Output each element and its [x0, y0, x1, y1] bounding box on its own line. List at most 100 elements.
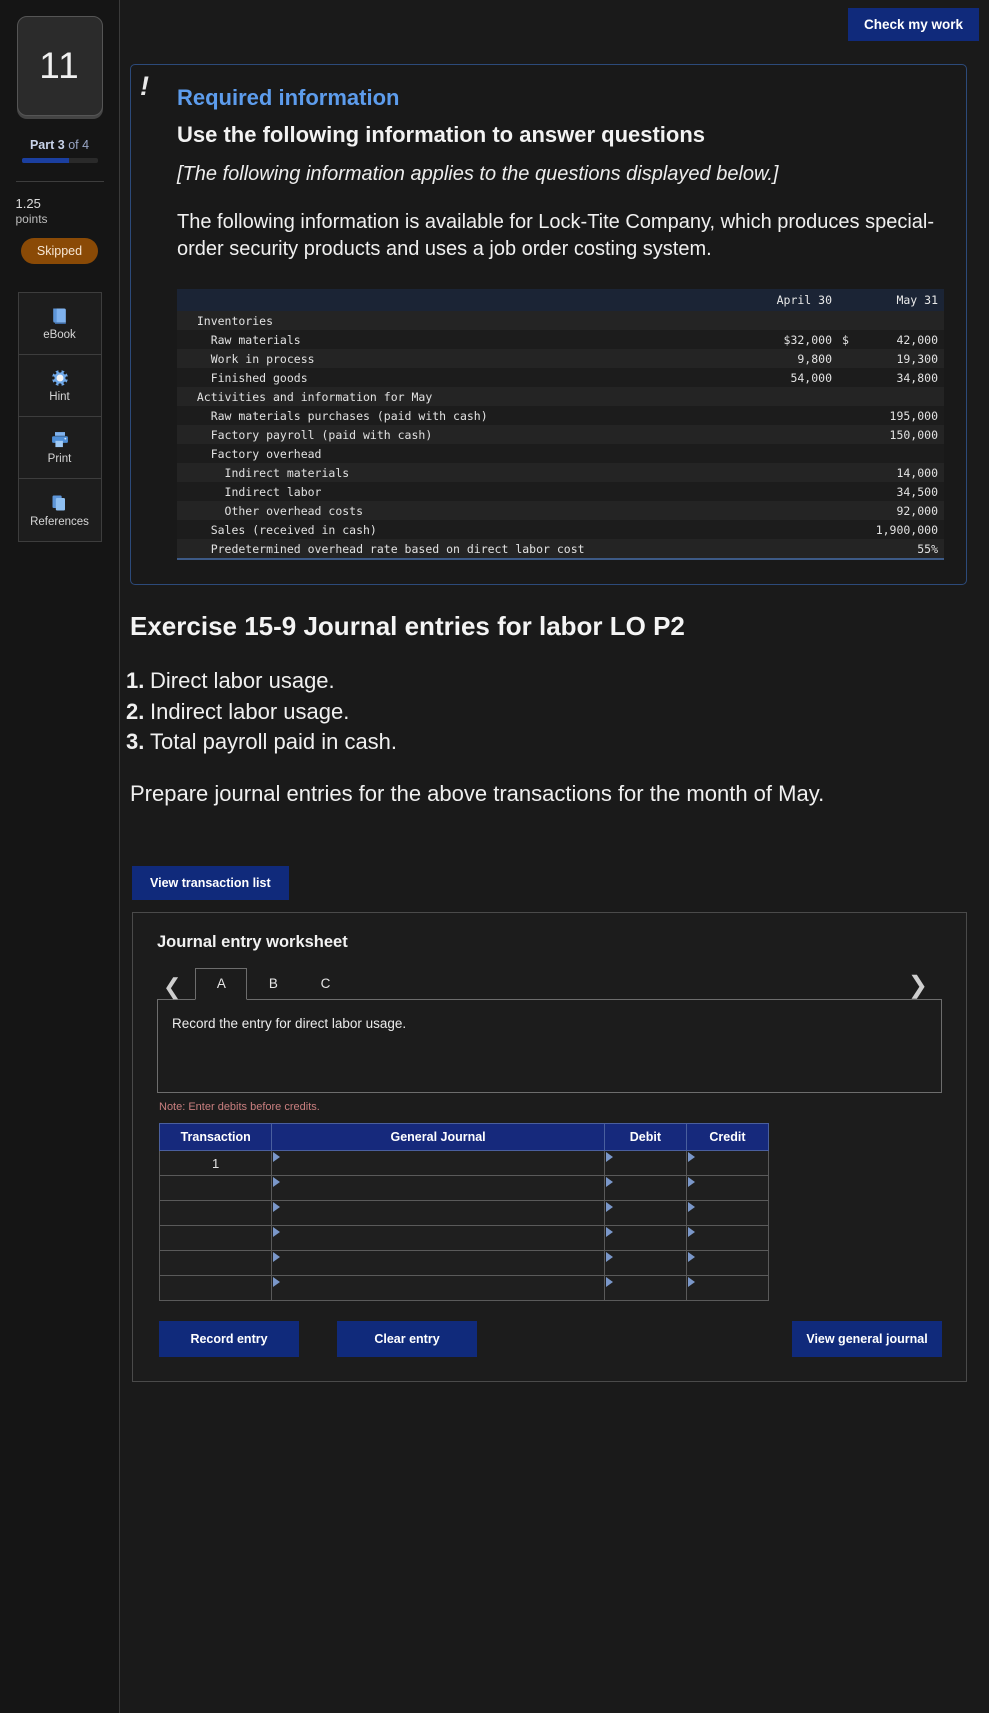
- row-label: Raw materials purchases (paid with cash): [183, 408, 488, 423]
- journal-column-debit: Debit: [603, 1123, 687, 1152]
- chevron-right-icon[interactable]: ❯: [902, 974, 942, 1000]
- journal-cell-transaction[interactable]: 1: [158, 1150, 273, 1177]
- exercise-prompt: Prepare journal entries for the above tr…: [130, 781, 825, 807]
- worksheet-tabs-row: ❮ A B C ❯: [157, 966, 942, 1001]
- journal-cell-debit[interactable]: [603, 1275, 687, 1302]
- required-information-italic-note: [The following information applies to th…: [177, 163, 779, 186]
- top-toolbar: Check my work: [120, 0, 989, 46]
- journal-cell-credit[interactable]: [685, 1250, 770, 1277]
- row-value-april: [746, 463, 838, 482]
- tab-c[interactable]: C: [299, 968, 351, 1000]
- journal-cell-general-journal[interactable]: [271, 1175, 605, 1202]
- row-label: Indirect labor: [183, 484, 322, 499]
- row-currency-may: [838, 425, 852, 444]
- record-entry-button[interactable]: Record entry: [159, 1321, 299, 1358]
- sidebar-item-label: Hint: [49, 391, 70, 403]
- journal-cell-general-journal[interactable]: [271, 1275, 605, 1302]
- sidebar-item-print[interactable]: Print: [18, 417, 101, 479]
- worksheet-title: Journal entry worksheet: [157, 933, 348, 952]
- row-value-may: [852, 444, 944, 463]
- journal-cell-credit[interactable]: [685, 1275, 770, 1302]
- journal-cell-debit[interactable]: [603, 1225, 687, 1252]
- journal-cell-transaction[interactable]: [158, 1225, 273, 1252]
- journal-cell-transaction[interactable]: [158, 1200, 273, 1227]
- journal-header-row: Transaction General Journal Debit Credit: [158, 1123, 770, 1152]
- column-header-may: May 31: [838, 289, 944, 312]
- row-currency-may: [838, 406, 852, 425]
- table-row: Raw materials purchases (paid with cash)…: [177, 406, 944, 426]
- view-transaction-list-button[interactable]: View transaction list: [132, 866, 289, 901]
- row-value-april: [746, 444, 838, 463]
- journal-cell-debit[interactable]: [603, 1250, 687, 1277]
- tab-a[interactable]: A: [195, 968, 248, 1001]
- journal-cell-transaction[interactable]: [158, 1250, 273, 1277]
- row-label: Predetermined overhead rate based on dir…: [183, 541, 585, 556]
- question-sidebar: 11 Part 3 of 4 1.25 points Skipped eBook…: [0, 0, 120, 1713]
- table-row: [158, 1225, 770, 1252]
- question-number-box: 11: [16, 16, 103, 116]
- table-row: [158, 1250, 770, 1277]
- part-total: of 4: [68, 138, 90, 152]
- page-root: 11 Part 3 of 4 1.25 points Skipped eBook…: [0, 0, 989, 1713]
- row-value-may: 34,500: [896, 484, 938, 499]
- exclamation-icon: !: [140, 71, 149, 101]
- table-row: Other overhead costs 92,000: [177, 501, 944, 521]
- list-item: 1. Direct labor usage.: [126, 666, 989, 696]
- row-value-may: [852, 387, 944, 406]
- chevron-left-icon[interactable]: ❮: [157, 976, 195, 1000]
- journal-cell-general-journal[interactable]: [271, 1200, 605, 1227]
- row-value-april: [746, 311, 838, 330]
- journal-cell-debit[interactable]: [603, 1150, 687, 1177]
- row-value-may: 1,900,000: [875, 522, 938, 537]
- row-currency-may: $: [842, 332, 849, 347]
- journal-cell-debit[interactable]: [603, 1175, 687, 1202]
- row-currency-may: [838, 349, 852, 368]
- sidebar-item-label: References: [30, 515, 89, 528]
- table-row: Inventories: [177, 311, 944, 331]
- copy-pages-icon: [49, 493, 71, 513]
- journal-cell-general-journal[interactable]: [271, 1225, 605, 1252]
- journal-column-general-journal: General Journal: [271, 1123, 605, 1152]
- status-badge: Skipped: [20, 238, 99, 264]
- table-header-row: April 30 May 31: [177, 289, 944, 312]
- journal-cell-transaction[interactable]: [158, 1175, 273, 1202]
- journal-cell-general-journal[interactable]: [271, 1150, 605, 1177]
- journal-entry-worksheet-card: Journal entry worksheet ❮ A B C ❯ Record…: [132, 912, 967, 1383]
- part-current: 3: [57, 138, 65, 152]
- list-item-text: Total payroll paid in cash.: [150, 728, 398, 754]
- check-my-work-button[interactable]: Check my work: [847, 8, 979, 41]
- exercise-title: Exercise 15-9 Journal entries for labor …: [130, 611, 685, 642]
- sidebar-divider: [15, 181, 104, 182]
- lifesaver-icon: [49, 368, 71, 388]
- sidebar-item-references[interactable]: References: [19, 479, 101, 541]
- row-currency-may: [838, 501, 852, 520]
- clear-entry-button[interactable]: Clear entry: [337, 1321, 477, 1358]
- table-row: Factory payroll (paid with cash) 150,000: [177, 425, 944, 445]
- journal-cell-credit[interactable]: [685, 1150, 770, 1177]
- company-info-table-body: Inventories Raw materials $32,000 $42,000 …: [177, 311, 944, 560]
- row-label: Inventories: [183, 313, 274, 328]
- journal-cell-debit[interactable]: [603, 1200, 687, 1227]
- journal-cell-credit[interactable]: [685, 1200, 770, 1227]
- part-progress-bar: [21, 158, 98, 163]
- row-currency-may: [838, 520, 852, 539]
- tab-b[interactable]: B: [247, 968, 299, 1000]
- table-row: [158, 1200, 770, 1227]
- view-general-journal-button[interactable]: View general journal: [792, 1321, 942, 1358]
- journal-cell-general-journal[interactable]: [271, 1250, 605, 1277]
- worksheet-actions: Record entry Clear entry View general jo…: [157, 1321, 942, 1358]
- book-icon: [49, 306, 71, 326]
- sidebar-item-label: Print: [47, 453, 72, 465]
- table-row: Work in process 9,800 19,300: [177, 349, 944, 369]
- sidebar-item-hint[interactable]: Hint: [18, 355, 101, 417]
- journal-cell-credit[interactable]: [685, 1175, 770, 1202]
- table-row: Predetermined overhead rate based on dir…: [177, 539, 944, 560]
- journal-cell-transaction[interactable]: [158, 1275, 273, 1302]
- row-value-may: 150,000: [889, 427, 938, 442]
- journal-cell-credit[interactable]: [685, 1225, 770, 1252]
- sidebar-item-ebook[interactable]: eBook: [18, 293, 101, 355]
- column-header-blank: [177, 289, 746, 312]
- row-label: Activities and information for May: [183, 389, 433, 404]
- table-row: Raw materials $32,000 $42,000: [177, 330, 944, 350]
- list-item: 2. Indirect labor usage.: [126, 697, 989, 727]
